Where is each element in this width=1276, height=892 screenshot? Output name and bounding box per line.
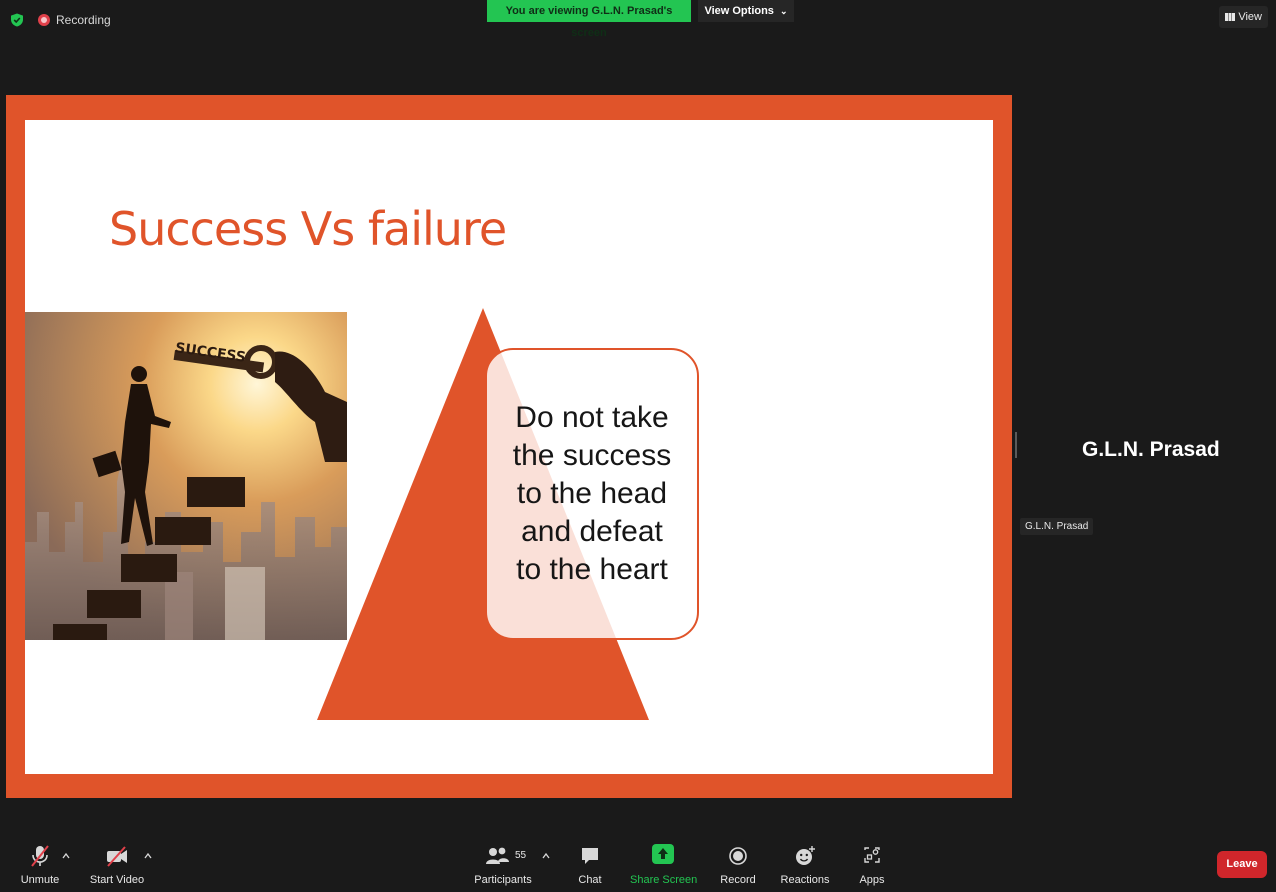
apps-icon	[864, 847, 880, 863]
view-options-label: View Options	[704, 5, 774, 17]
view-options-button[interactable]: View Options ⌄	[698, 0, 794, 22]
share-screen-label: Share Screen	[630, 874, 698, 886]
chat-button[interactable]: Chat	[570, 844, 610, 886]
record-label: Record	[720, 874, 756, 886]
participant-name-tag: G.L.N. Prasad	[1020, 518, 1094, 535]
meeting-toolbar: Unmute Start Video Participants 55 Chat …	[0, 832, 1276, 892]
microphone-muted-icon	[31, 845, 49, 867]
panel-resize-handle[interactable]	[1015, 432, 1017, 458]
share-screen-button[interactable]: Share Screen	[630, 844, 698, 886]
meeting-window: Recording You are viewing G.L.N. Prasad'…	[0, 0, 1276, 892]
leave-button[interactable]: Leave	[1217, 851, 1267, 878]
apps-button[interactable]: Apps	[852, 844, 892, 886]
unmute-button[interactable]: Unmute	[18, 844, 62, 886]
record-button[interactable]: Record	[716, 844, 760, 886]
quote-text: Do not take the success to the head and …	[497, 399, 687, 589]
participant-count-badge: 55	[515, 850, 527, 861]
view-button-label: View	[1238, 11, 1262, 23]
smiley-plus-icon	[796, 846, 815, 865]
shared-screen: Success Vs failure SUCCESS Do not take t…	[6, 95, 1012, 798]
participants-label: Participants	[474, 874, 532, 886]
recording-label: Recording	[56, 13, 111, 27]
quote-callout: Do not take the success to the head and …	[485, 348, 699, 640]
presentation-slide: Success Vs failure SUCCESS Do not take t…	[25, 120, 993, 774]
quote-line: Do not take	[515, 401, 669, 434]
start-video-button[interactable]: Start Video	[88, 844, 146, 886]
quote-line: to the head	[516, 477, 668, 510]
view-layout-button[interactable]: View	[1219, 6, 1268, 28]
recording-icon[interactable]	[38, 14, 50, 26]
grid-icon	[1225, 13, 1236, 21]
share-arrow-icon	[652, 844, 674, 864]
quote-line: the success	[512, 439, 672, 472]
chevron-up-icon[interactable]	[542, 852, 550, 860]
slide-title: Success Vs failure	[109, 202, 507, 256]
success-stairs-image: SUCCESS	[25, 312, 347, 640]
quote-line: to the heart	[516, 553, 668, 586]
reactions-button[interactable]: Reactions	[778, 844, 832, 886]
apps-label: Apps	[859, 874, 885, 886]
top-bar: Recording You are viewing G.L.N. Prasad'…	[0, 0, 1276, 40]
unmute-label: Unmute	[20, 874, 60, 886]
reactions-label: Reactions	[780, 874, 830, 886]
quote-line: and defeat	[521, 515, 663, 548]
shield-icon[interactable]	[10, 13, 24, 27]
chevron-down-icon: ⌄	[780, 6, 788, 16]
chat-label: Chat	[578, 874, 602, 886]
record-icon	[729, 847, 747, 865]
chevron-up-icon[interactable]	[62, 852, 70, 860]
chat-bubble-icon	[582, 848, 598, 864]
people-icon	[486, 847, 509, 864]
video-camera-off-icon	[107, 846, 127, 867]
chevron-up-icon[interactable]	[144, 852, 152, 860]
viewing-banner: You are viewing G.L.N. Prasad's screen	[487, 0, 691, 39]
start-video-label: Start Video	[89, 874, 145, 886]
participant-name-display: G.L.N. Prasad	[1082, 438, 1220, 461]
